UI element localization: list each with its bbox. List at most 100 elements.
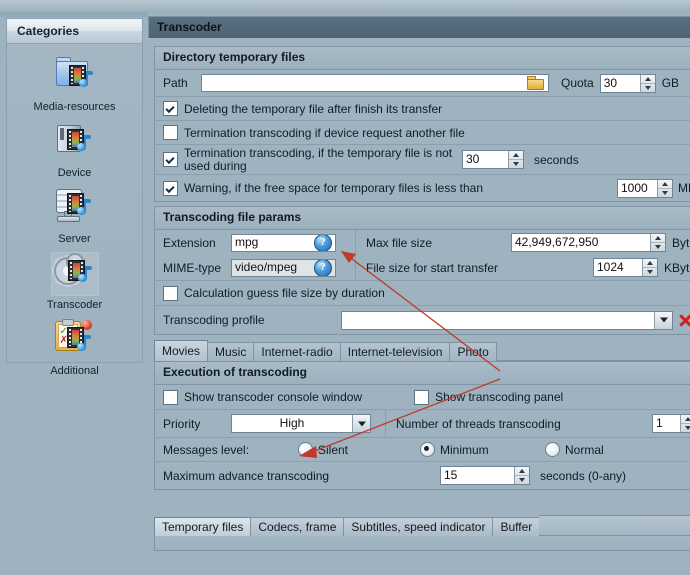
gear-transcoder-icon	[50, 252, 99, 296]
threads-row: Number of threads transcoding 1	[386, 410, 690, 437]
transcoding-profile-label: Transcoding profile	[163, 313, 265, 327]
messages-option-normal[interactable]: Normal	[545, 442, 604, 457]
tab-subtitles-speed-indicator[interactable]: Subtitles, speed indicator	[343, 517, 494, 536]
stepper-buttons[interactable]	[649, 234, 665, 251]
sidebar-item-server[interactable]: Server	[7, 184, 142, 250]
panel-content: Directory temporary files Path Quota 30	[148, 42, 690, 563]
quota-stepper[interactable]: 30	[599, 73, 656, 93]
free-space-unit: MB	[678, 181, 690, 195]
free-space-warning-label: Warning, if the free space for temporary…	[184, 181, 484, 195]
device-icon	[52, 121, 98, 163]
execution-of-transcoding-group: Execution of transcoding Show transcoder…	[154, 362, 690, 490]
start-transfer-unit: KByte	[663, 260, 690, 275]
show-transcoding-panel-label: Show transcoding panel	[435, 390, 564, 404]
radio-minimum-label: Minimum	[440, 442, 489, 457]
tab-internet-television[interactable]: Internet-television	[339, 342, 451, 361]
guess-file-size-row[interactable]: Calculation guess file size by duration	[155, 281, 690, 306]
priority-label: Priority	[163, 416, 201, 431]
termination-seconds-stepper[interactable]: 30	[462, 150, 524, 169]
show-windows-row: Show transcoder console window Show tran…	[155, 385, 690, 410]
delete-temp-file-checkbox[interactable]	[163, 101, 178, 116]
mime-type-input[interactable]: video/mpeg	[231, 258, 336, 277]
sidebar-item-additional[interactable]: ✓ ✗ Additional	[7, 316, 142, 382]
priority-value: High	[279, 416, 305, 430]
tab-codecs-frame[interactable]: Codecs, frame	[250, 517, 345, 536]
stepper-buttons[interactable]	[641, 259, 657, 276]
extension-help-icon[interactable]	[314, 234, 332, 251]
start-transfer-stepper[interactable]: 1024	[592, 258, 658, 277]
group-title: Transcoding file params	[155, 207, 690, 230]
max-file-size-unit: Byte	[671, 235, 690, 250]
directory-temporary-files-group: Directory temporary files Path Quota 30	[154, 46, 690, 202]
tabs-filler	[539, 515, 690, 536]
application-window: Categories Media-resources Device Server…	[0, 0, 690, 575]
guess-file-size-checkbox[interactable]	[163, 285, 178, 301]
sidebar-item-label: Transcoder	[46, 299, 103, 311]
max-file-size-row: Max file size 42,949,672,950 Byte	[356, 230, 690, 255]
stepper-buttons[interactable]	[639, 74, 655, 92]
maximum-advance-row: Maximum advance transcoding 15 seconds (…	[155, 462, 690, 489]
chevron-down-icon[interactable]	[352, 415, 370, 432]
tab-internet-radio[interactable]: Internet-radio	[253, 342, 341, 361]
media-type-tabs: Movies Music Internet-radio Internet-tel…	[154, 340, 690, 362]
bottom-tab-shelf: Temporary files Codecs, frame Subtitles,…	[148, 515, 690, 551]
guess-file-size-label: Calculation guess file size by duration	[184, 286, 385, 300]
tab-buffer[interactable]: Buffer	[492, 517, 541, 536]
path-label: Path	[163, 76, 188, 90]
start-transfer-label: File size for start transfer	[366, 260, 499, 275]
categories-sidebar: Categories Media-resources Device Server…	[6, 18, 143, 377]
threads-stepper[interactable]: 1	[652, 414, 690, 433]
max-file-size-label: Max file size	[366, 235, 433, 250]
free-space-stepper[interactable]: 1000	[617, 178, 673, 198]
settings-section-tabs: Temporary files Codecs, frame Subtitles,…	[154, 515, 690, 536]
stepper-buttons[interactable]	[508, 151, 523, 168]
termination-device-request-row[interactable]: Termination transcoding if device reques…	[155, 121, 690, 145]
sidebar-item-list: Media-resources Device Server Transcoder…	[7, 44, 142, 382]
tab-movies[interactable]: Movies	[154, 340, 209, 361]
show-transcoding-panel-checkbox[interactable]	[414, 389, 430, 405]
free-space-warning-checkbox[interactable]	[163, 180, 178, 196]
sidebar-item-device[interactable]: Device	[7, 118, 142, 184]
stepper-buttons[interactable]	[657, 179, 672, 197]
open-folder-icon[interactable]	[525, 75, 545, 91]
maximum-advance-unit: seconds (0-any)	[540, 468, 627, 483]
sidebar-item-media-resources[interactable]: Media-resources	[7, 52, 142, 118]
path-row: Path Quota 30 GB	[155, 70, 690, 97]
extension-row: Extension mpg	[155, 230, 355, 255]
termination-unused-row[interactable]: Termination transcoding, if the temporar…	[155, 145, 690, 175]
quota-unit: GB	[661, 76, 680, 90]
max-file-size-stepper[interactable]: 42,949,672,950	[510, 233, 666, 252]
messages-option-minimum[interactable]: Minimum	[420, 442, 545, 457]
radio-silent-label: Silent	[318, 442, 349, 457]
show-console-window-checkbox[interactable]	[163, 389, 178, 405]
tab-music[interactable]: Music	[207, 342, 255, 361]
messages-option-silent[interactable]: Silent	[298, 442, 420, 457]
stepper-buttons[interactable]	[514, 467, 529, 484]
mime-type-help-icon[interactable]	[314, 259, 332, 276]
tab-photo[interactable]: Photo	[449, 342, 497, 361]
path-input[interactable]	[201, 74, 549, 92]
transcoding-profile-combo[interactable]	[341, 310, 673, 330]
show-console-window-label: Show transcoder console window	[184, 390, 363, 404]
radio-minimum[interactable]	[420, 442, 435, 457]
free-space-warning-row[interactable]: Warning, if the free space for temporary…	[155, 175, 690, 201]
sidebar-item-label: Media-resources	[33, 101, 116, 113]
tab-temporary-files[interactable]: Temporary files	[154, 517, 252, 536]
checklist-icon: ✓ ✗	[52, 319, 98, 361]
termination-unused-checkbox[interactable]	[163, 152, 178, 167]
radio-silent[interactable]	[298, 442, 313, 457]
page-title: Transcoder	[148, 16, 690, 38]
radio-normal[interactable]	[545, 442, 560, 457]
maximum-advance-label: Maximum advance transcoding	[163, 468, 330, 483]
stepper-buttons[interactable]	[680, 415, 690, 432]
delete-temp-file-row[interactable]: Deleting the temporary file after finish…	[155, 97, 690, 121]
chevron-down-icon[interactable]	[654, 311, 672, 329]
extension-input[interactable]: mpg	[231, 233, 336, 252]
maximum-advance-stepper[interactable]: 15	[440, 466, 530, 485]
delete-red-x-icon[interactable]	[677, 312, 690, 329]
priority-combo[interactable]: High	[231, 414, 371, 433]
window-top-strip	[0, 0, 690, 12]
termination-device-request-label: Termination transcoding if device reques…	[184, 125, 465, 140]
termination-device-request-checkbox[interactable]	[163, 125, 178, 140]
sidebar-item-transcoder[interactable]: Transcoder	[7, 250, 142, 316]
